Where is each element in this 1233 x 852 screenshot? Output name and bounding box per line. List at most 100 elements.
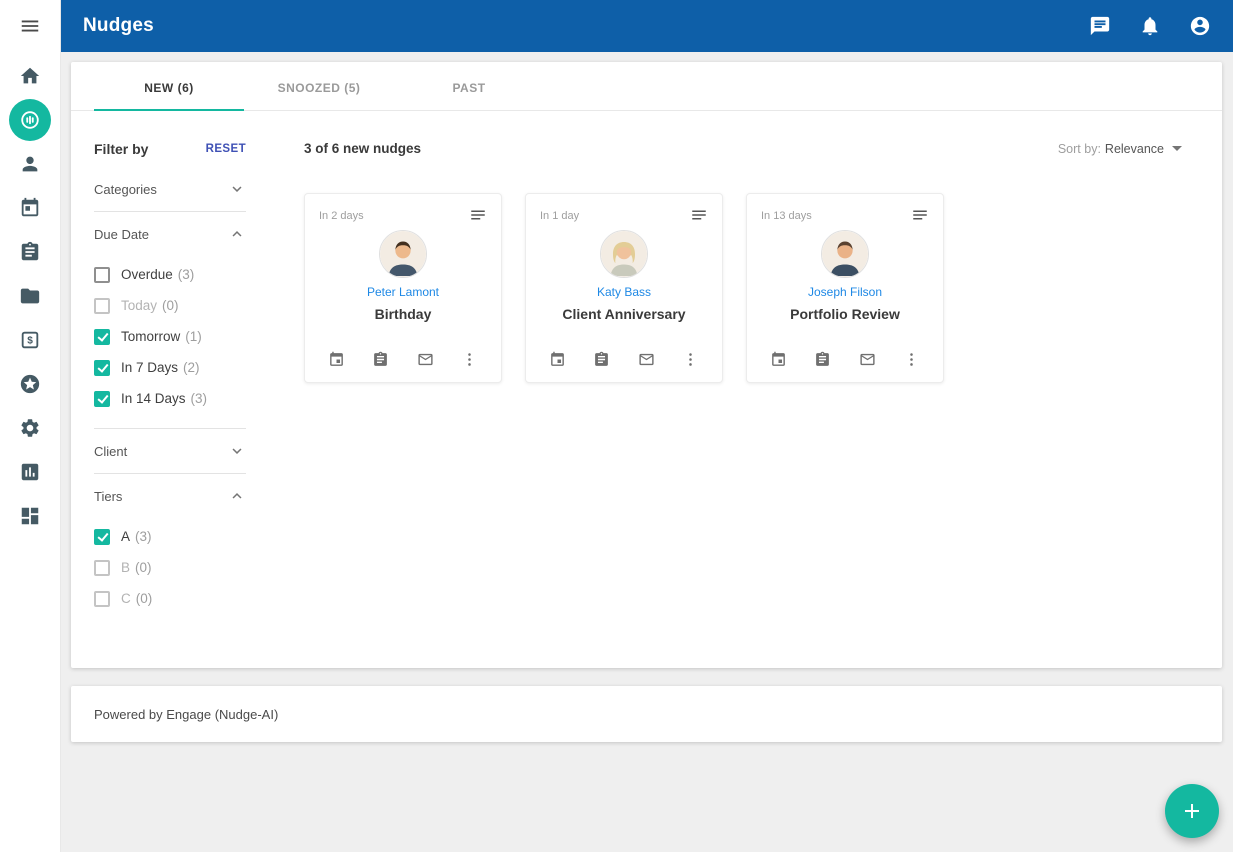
filter-option-today[interactable]: Today (0) xyxy=(94,290,246,321)
calendar-icon[interactable] xyxy=(770,351,787,368)
tiers-options: A (3) B (0) C (0) xyxy=(94,518,246,628)
avatar[interactable] xyxy=(821,230,869,278)
card-actions xyxy=(761,351,929,370)
tab-bar: NEW (6) SNOOZED (5) PAST xyxy=(71,62,1222,111)
sidebar-item-settings[interactable] xyxy=(9,407,51,449)
checkbox[interactable] xyxy=(94,560,110,576)
due-date-options: Overdue (3) Today (0) Tomorrow xyxy=(94,256,246,428)
favorites-icon xyxy=(19,373,41,395)
mail-icon[interactable] xyxy=(417,351,434,368)
chevron-down-icon xyxy=(228,180,246,198)
sidebar-item-reports[interactable] xyxy=(9,451,51,493)
tab-snoozed[interactable]: SNOOZED (5) xyxy=(244,62,394,110)
nudge-type: Birthday xyxy=(319,306,487,322)
app-window: $ Nudges xyxy=(0,0,1233,852)
nudge-card: In 2 days xyxy=(304,193,502,383)
sidebar-item-billing[interactable]: $ xyxy=(9,319,51,361)
filter-option-in-7-days[interactable]: In 7 Days (2) xyxy=(94,352,246,383)
sort-dropdown[interactable]: Sort by: Relevance xyxy=(1058,142,1182,156)
filter-option-tier-c[interactable]: C (0) xyxy=(94,583,246,614)
card-actions xyxy=(540,351,708,370)
sidebar-item-tasks[interactable] xyxy=(9,231,51,273)
sidebar-item-documents[interactable] xyxy=(9,275,51,317)
chat-icon[interactable] xyxy=(1089,15,1111,37)
checkbox[interactable] xyxy=(94,529,110,545)
calendar-icon[interactable] xyxy=(328,351,345,368)
notifications-icon[interactable] xyxy=(1139,15,1161,37)
nudge-type: Portfolio Review xyxy=(761,306,929,322)
client-name-link[interactable]: Joseph Filson xyxy=(761,285,929,299)
sidebar-item-calendar[interactable] xyxy=(9,187,51,229)
page-title: Nudges xyxy=(83,15,154,37)
footer-bar: Powered by Engage (Nudge-AI) xyxy=(71,686,1222,742)
filter-option-tomorrow[interactable]: Tomorrow (1) xyxy=(94,321,246,352)
tab-past[interactable]: PAST xyxy=(394,62,544,110)
mail-icon[interactable] xyxy=(638,351,655,368)
client-name-link[interactable]: Peter Lamont xyxy=(319,285,487,299)
filter-option-in-14-days[interactable]: In 14 Days (3) xyxy=(94,383,246,414)
sidebar-item-home[interactable] xyxy=(9,55,51,97)
client-name-link[interactable]: Katy Bass xyxy=(540,285,708,299)
sort-value: Relevance xyxy=(1105,142,1164,156)
home-icon xyxy=(19,65,41,87)
sidebar-item-favorites[interactable] xyxy=(9,363,51,405)
nudge-type: Client Anniversary xyxy=(540,306,708,322)
checkbox[interactable] xyxy=(94,591,110,607)
due-label: In 2 days xyxy=(319,206,364,222)
assignment-icon[interactable] xyxy=(372,351,389,368)
avatar[interactable] xyxy=(600,230,648,278)
filter-option-tier-a[interactable]: A (3) xyxy=(94,521,246,552)
avatar[interactable] xyxy=(379,230,427,278)
tab-new[interactable]: NEW (6) xyxy=(94,62,244,110)
sidebar-item-nudges[interactable] xyxy=(9,99,51,141)
filter-option-tier-b[interactable]: B (0) xyxy=(94,552,246,583)
add-nudge-fab[interactable] xyxy=(1165,784,1219,838)
due-label: In 13 days xyxy=(761,206,812,222)
more-vert-icon[interactable] xyxy=(682,351,699,368)
plus-icon xyxy=(1180,799,1204,823)
sidebar-item-dashboard[interactable] xyxy=(9,495,51,537)
reports-icon xyxy=(19,461,41,483)
nudge-card-list: In 2 days xyxy=(304,193,1182,383)
checkbox[interactable] xyxy=(94,329,110,345)
sidebar-item-contacts[interactable] xyxy=(9,143,51,185)
main-column: Nudges NEW (6) SNOOZED (5) PAST xyxy=(61,0,1233,852)
more-vert-icon[interactable] xyxy=(903,351,920,368)
assignment-icon[interactable] xyxy=(814,351,831,368)
app-header: Nudges xyxy=(61,0,1233,52)
more-vert-icon[interactable] xyxy=(461,351,478,368)
filter-section-due-date[interactable]: Due Date xyxy=(94,212,246,256)
notes-icon[interactable] xyxy=(911,206,929,227)
powered-by-text: Powered by Engage (Nudge-AI) xyxy=(94,707,278,722)
mail-icon[interactable] xyxy=(859,351,876,368)
checkbox[interactable] xyxy=(94,267,110,283)
card-actions xyxy=(319,351,487,370)
filter-section-categories[interactable]: Categories xyxy=(94,167,246,211)
checkbox[interactable] xyxy=(94,391,110,407)
notes-icon[interactable] xyxy=(690,206,708,227)
nudges-icon xyxy=(19,109,41,131)
reset-filters-button[interactable]: RESET xyxy=(206,143,246,155)
results-summary: 3 of 6 new nudges xyxy=(304,141,421,156)
chevron-down-icon xyxy=(228,442,246,460)
filter-option-overdue[interactable]: Overdue (3) xyxy=(94,259,246,290)
account-icon[interactable] xyxy=(1189,15,1211,37)
contacts-icon xyxy=(19,153,41,175)
assignment-icon[interactable] xyxy=(593,351,610,368)
chevron-up-icon xyxy=(228,225,246,243)
header-actions xyxy=(1089,15,1211,37)
menu-icon[interactable] xyxy=(9,5,51,47)
tasks-icon xyxy=(19,241,41,263)
filter-section-tiers[interactable]: Tiers xyxy=(94,474,246,518)
filter-panel: Filter by RESET Categories Due Date xyxy=(94,111,246,668)
notes-icon[interactable] xyxy=(469,206,487,227)
billing-icon: $ xyxy=(19,329,41,351)
checkbox[interactable] xyxy=(94,298,110,314)
calendar-icon xyxy=(19,197,41,219)
due-label: In 1 day xyxy=(540,206,579,222)
checkbox[interactable] xyxy=(94,360,110,376)
filter-section-client[interactable]: Client xyxy=(94,429,246,473)
sort-by-label: Sort by: xyxy=(1058,142,1101,156)
filter-title: Filter by xyxy=(94,141,148,157)
calendar-icon[interactable] xyxy=(549,351,566,368)
